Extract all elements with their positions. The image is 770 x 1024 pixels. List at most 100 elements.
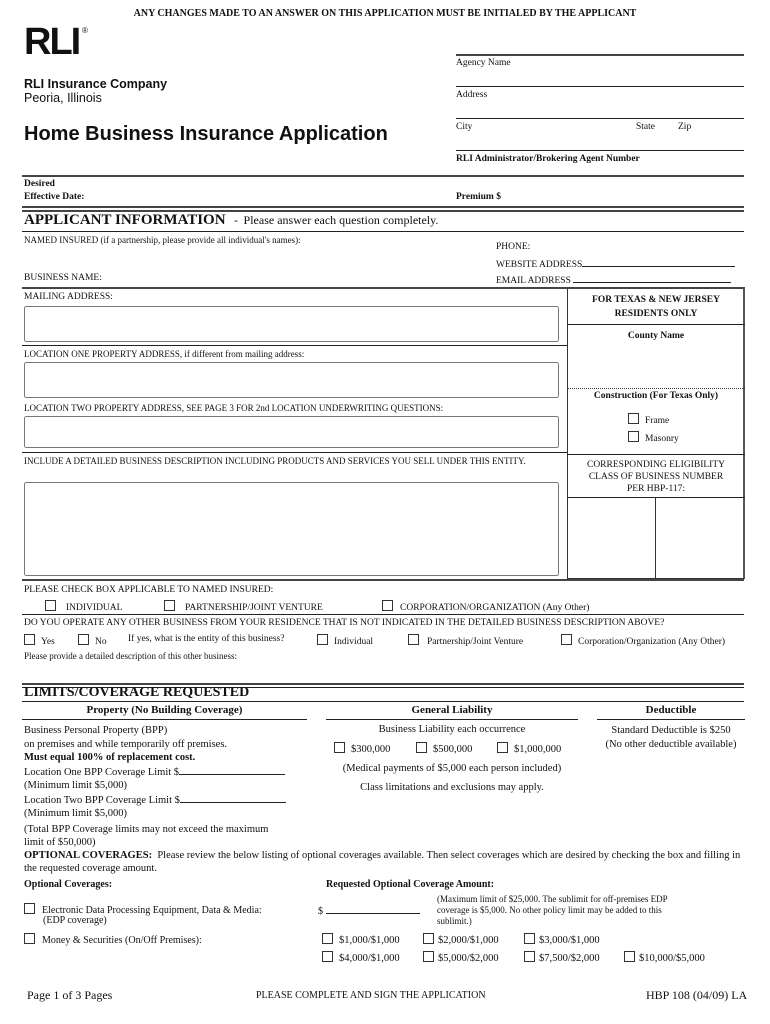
edp-note-line3: sublimit.) <box>437 916 472 926</box>
edp-note-line1: (Maximum limit of $25,000. The sublimit … <box>437 894 668 904</box>
liability-1m-checkbox[interactable] <box>497 742 508 753</box>
construction-label: Construction (For Texas Only) <box>593 391 719 401</box>
entity-partnership-option[interactable]: PARTNERSHIP/JOINT VENTURE <box>164 600 323 613</box>
email-label: EMAIL ADDRESS <box>496 273 732 286</box>
optional-intro: OPTIONAL COVERAGES: Please review the be… <box>24 850 746 875</box>
other-corporation-checkbox[interactable] <box>561 634 572 645</box>
money-option-2-checkbox[interactable] <box>423 933 434 944</box>
other-business-no-option[interactable]: No <box>78 634 107 647</box>
money-option-5[interactable]: $5,000/$2,000 <box>423 951 499 964</box>
mailing-address-input[interactable] <box>24 306 559 342</box>
bpp-line3: Must equal 100% of replacement cost. <box>24 752 196 763</box>
liability-1m-option[interactable]: $1,000,000 <box>497 742 561 755</box>
money-securities-checkbox[interactable] <box>24 933 35 944</box>
city-label: City <box>456 122 473 132</box>
entity-corporation-option[interactable]: CORPORATION/ORGANIZATION (Any Other) <box>382 600 589 613</box>
money-option-7[interactable]: $10,000/$5,000 <box>624 951 705 964</box>
no-label: No <box>95 637 107 647</box>
company-location: Peoria, Illinois <box>24 91 102 105</box>
other-business-yes-option[interactable]: Yes <box>24 634 55 647</box>
company-name: RLI Insurance Company <box>24 77 168 91</box>
county-name-input[interactable] <box>572 348 740 382</box>
loc1-limit-input[interactable] <box>179 765 286 775</box>
liability-1m-label: $1,000,000 <box>514 744 562 755</box>
loc2-limit-label: Location Two BPP Coverage Limit $ <box>24 794 180 806</box>
other-entity-corporation-option[interactable]: Corporation/Organization (Any Other) <box>561 634 725 647</box>
deductible-details: Standard Deductible is $250 (No other de… <box>590 724 752 752</box>
money-option-6-checkbox[interactable] <box>524 951 535 962</box>
frame-checkbox[interactable] <box>628 413 639 424</box>
corporation-checkbox[interactable] <box>382 600 393 611</box>
edp-checkbox[interactable] <box>24 903 35 914</box>
money-option-7-checkbox[interactable] <box>624 951 635 962</box>
edp-note: (Maximum limit of $25,000. The sublimit … <box>437 894 668 927</box>
business-description-input[interactable] <box>24 482 559 576</box>
other-entity-partnership-option[interactable]: Partnership/Joint Venture <box>408 634 523 647</box>
money-option-6[interactable]: $7,500/$2,000 <box>524 951 600 964</box>
other-partnership-checkbox[interactable] <box>408 634 419 645</box>
phone-label: PHONE: <box>496 242 531 252</box>
loc2-limit-input[interactable] <box>179 793 286 803</box>
money-option-1[interactable]: $1,000/$1,000 <box>322 933 400 946</box>
money-option-2[interactable]: $2,000/$1,000 <box>423 933 499 946</box>
money-option-5-label: $5,000/$2,000 <box>438 953 499 964</box>
corporation-label: CORPORATION/ORGANIZATION <box>400 603 541 613</box>
email-input[interactable] <box>573 273 732 283</box>
phone-input[interactable] <box>540 240 740 253</box>
yes-label: Yes <box>41 637 55 647</box>
frame-label: Frame <box>645 416 670 426</box>
property-heading: Property (No Building Coverage) <box>86 704 243 716</box>
county-name-label: County Name <box>627 331 685 341</box>
liability-300k-option[interactable]: $300,000 <box>334 742 390 755</box>
website-input[interactable] <box>582 257 736 267</box>
money-option-4[interactable]: $4,000/$1,000 <box>322 951 400 964</box>
individual-checkbox[interactable] <box>45 600 56 611</box>
partnership-checkbox[interactable] <box>164 600 175 611</box>
eligibility-class-input-2[interactable] <box>658 500 742 576</box>
money-option-3[interactable]: $3,000/$1,000 <box>524 933 600 946</box>
logo-text: RLI <box>24 21 81 63</box>
location-two-input[interactable] <box>24 416 559 448</box>
eligibility-class-input-1[interactable] <box>570 500 652 576</box>
no-checkbox[interactable] <box>78 634 89 645</box>
texas-box-header: FOR TEXAS & NEW JERSEY RESIDENTS ONLY <box>567 293 745 321</box>
optional-col1-heading: Optional Coverages: <box>24 879 113 890</box>
construction-masonry-option[interactable]: Masonry <box>628 431 679 444</box>
yes-checkbox[interactable] <box>24 634 35 645</box>
location-one-label: LOCATION ONE PROPERTY ADDRESS, if differ… <box>24 349 305 359</box>
money-option-1-checkbox[interactable] <box>322 933 333 944</box>
deductible-heading: Deductible <box>645 704 697 716</box>
edp-amount-input[interactable] <box>325 904 420 914</box>
mailing-address-label: MAILING ADDRESS: <box>24 292 113 302</box>
liability-500k-checkbox[interactable] <box>416 742 427 753</box>
liability-500k-option[interactable]: $500,000 <box>416 742 472 755</box>
named-insured-input[interactable] <box>24 248 464 266</box>
location-two-label: LOCATION TWO PROPERTY ADDRESS, SEE PAGE … <box>24 403 444 413</box>
edp-note-line2: coverage is $5,000. No other policy limi… <box>437 905 662 915</box>
premium-input[interactable] <box>515 190 735 203</box>
entity-individual-option[interactable]: INDIVIDUAL <box>45 600 122 613</box>
loc2-limit-row: Location Two BPP Coverage Limit $ <box>24 793 286 808</box>
bpp-line2: on premises and while temporarily off pr… <box>24 738 228 750</box>
money-option-5-checkbox[interactable] <box>423 951 434 962</box>
bpp-line1: Business Personal Property (BPP) <box>24 725 168 736</box>
other-individual-checkbox[interactable] <box>317 634 328 645</box>
money-option-3-checkbox[interactable] <box>524 933 535 944</box>
money-securities-option[interactable]: Money & Securities (On/Off Premises): <box>24 933 202 946</box>
money-option-3-label: $3,000/$1,000 <box>539 935 600 946</box>
other-entity-individual-option[interactable]: Individual <box>317 634 373 647</box>
edp-dollar: $ <box>318 906 323 917</box>
total-line2: limit of $50,000) <box>24 837 96 848</box>
masonry-checkbox[interactable] <box>628 431 639 442</box>
money-option-4-checkbox[interactable] <box>322 951 333 962</box>
other-business-describe-input[interactable] <box>24 664 744 680</box>
effective-date-input[interactable] <box>100 190 430 203</box>
location-one-input[interactable] <box>24 362 559 398</box>
business-name-label: BUSINESS NAME: <box>24 273 102 283</box>
liability-300k-checkbox[interactable] <box>334 742 345 753</box>
texas-box-header-line1: FOR TEXAS & NEW JERSEY <box>592 295 720 305</box>
business-name-input[interactable] <box>110 271 460 284</box>
other-corporation-label: Corporation/Organization (Any Other) <box>578 637 726 647</box>
construction-frame-option[interactable]: Frame <box>628 413 669 426</box>
heading-dash: - <box>234 213 239 227</box>
